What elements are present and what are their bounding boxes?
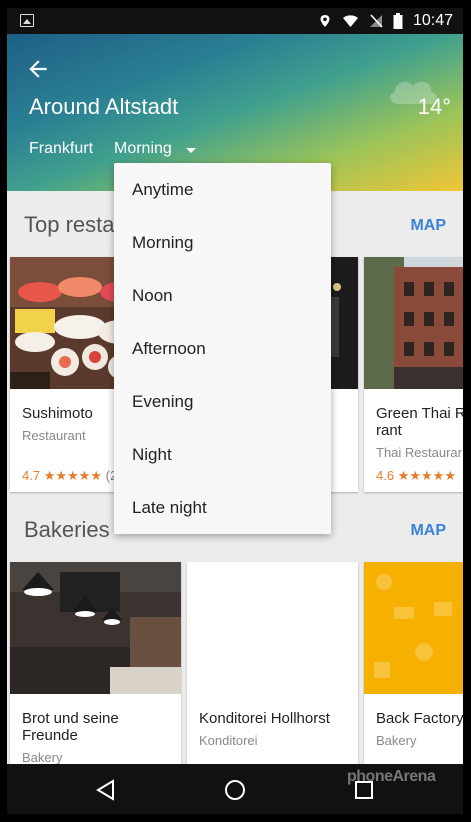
bakery-interior-photo — [10, 562, 181, 694]
bakery-card-konditorei[interactable]: Konditorei Hollhorst Konditorei — [187, 562, 358, 772]
gallery-notification-icon — [20, 14, 34, 27]
clock: 10:47 — [412, 12, 453, 29]
card-name: Sushimoto — [22, 405, 93, 422]
dropdown-caret-icon — [185, 148, 196, 153]
rating-value: 4.6 — [376, 468, 395, 483]
card-type: Bakery — [22, 750, 63, 765]
back-nav-icon[interactable] — [93, 777, 119, 803]
back-arrow-icon[interactable] — [25, 56, 51, 82]
menu-option-evening[interactable]: Evening — [114, 375, 331, 428]
time-filter-menu: Anytime Morning Noon Afternoon Evening N… — [114, 163, 331, 534]
card-type: Konditorei — [199, 733, 258, 748]
rating-stars: ★★★★★ — [43, 468, 102, 483]
bakery-card-brot[interactable]: Brot und seine Freunde Bakery — [10, 562, 181, 772]
location-icon — [320, 15, 330, 27]
battery-icon — [393, 13, 403, 29]
rating-stars: ★★★★★ — [397, 468, 456, 483]
menu-option-morning[interactable]: Morning — [114, 216, 331, 269]
card-type: Restaurant — [22, 428, 86, 443]
menu-option-anytime[interactable]: Anytime — [114, 163, 331, 216]
home-nav-icon[interactable] — [222, 777, 248, 803]
section-title-bakeries: Bakeries — [24, 517, 110, 542]
section-title-restaurants: Top resta — [24, 212, 115, 237]
building-photo — [364, 257, 463, 389]
card-name: Back Factory — [376, 710, 463, 727]
map-link-restaurants[interactable]: MAP — [410, 217, 446, 235]
bakery-card-back-factory[interactable]: Back Factory Bakery — [364, 562, 463, 772]
map-link-bakeries[interactable]: MAP — [410, 522, 446, 540]
time-filter-dropdown[interactable]: Morning — [114, 140, 196, 158]
temperature: 14° — [417, 94, 451, 119]
time-filter-value: Morning — [114, 140, 172, 157]
card-name: Green Thai R rant — [376, 405, 463, 439]
card-rating: 4.6 ★★★★★ — [376, 468, 456, 484]
app-screen: 10:47 Around Altstadt 14° Frankfurt Morn… — [7, 8, 463, 814]
card-type: Thai Restaurar — [376, 445, 462, 460]
no-signal-icon — [369, 14, 383, 28]
status-bar: 10:47 — [7, 8, 463, 34]
card-name: Konditorei Hollhorst — [199, 710, 330, 727]
menu-option-afternoon[interactable]: Afternoon — [114, 322, 331, 375]
watermark: phoneArena — [347, 768, 436, 785]
menu-option-late-night[interactable]: Late night — [114, 481, 331, 534]
menu-option-noon[interactable]: Noon — [114, 269, 331, 322]
restaurant-card-green-thai[interactable]: Green Thai R rant Thai Restaurar 4.6 ★★★… — [364, 257, 463, 492]
menu-option-night[interactable]: Night — [114, 428, 331, 481]
card-name: Brot und seine Freunde — [22, 710, 119, 744]
placeholder-pattern-image — [364, 562, 463, 694]
card-type: Bakery — [376, 733, 417, 748]
card-rating: 4.7 ★★★★★ (2 — [22, 468, 117, 484]
rating-value: 4.7 — [22, 468, 41, 483]
city-label[interactable]: Frankfurt — [29, 140, 93, 158]
wifi-icon — [342, 15, 358, 27]
page-title: Around Altstadt — [29, 94, 179, 119]
